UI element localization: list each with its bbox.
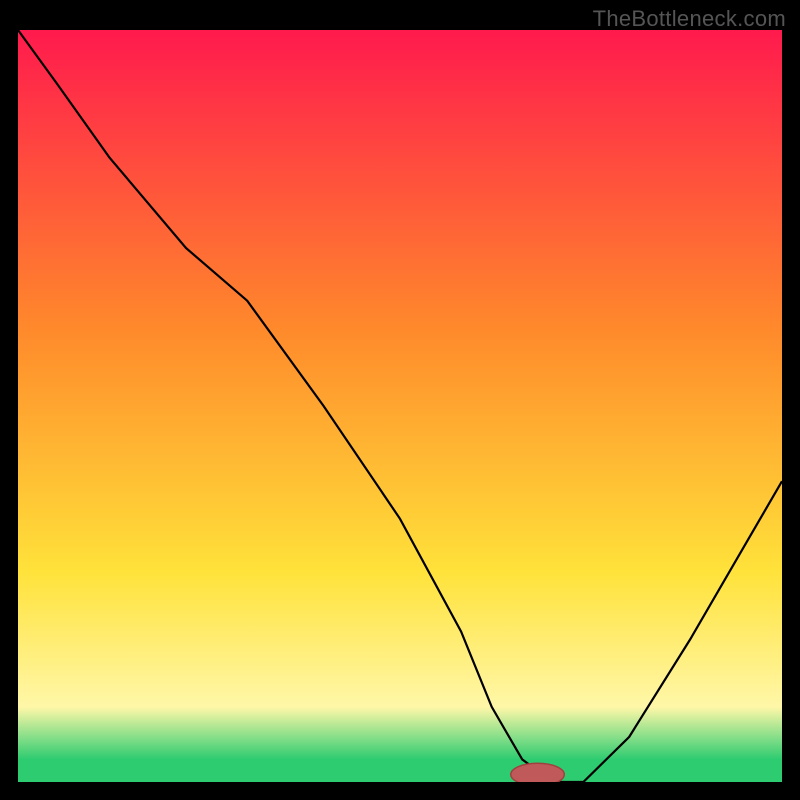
gradient-background [18,30,782,782]
watermark-text: TheBottleneck.com [593,6,786,32]
optimal-point-marker [511,763,564,782]
chart-svg [18,30,782,782]
plot-area [18,30,782,782]
outer-frame: TheBottleneck.com [0,0,800,800]
